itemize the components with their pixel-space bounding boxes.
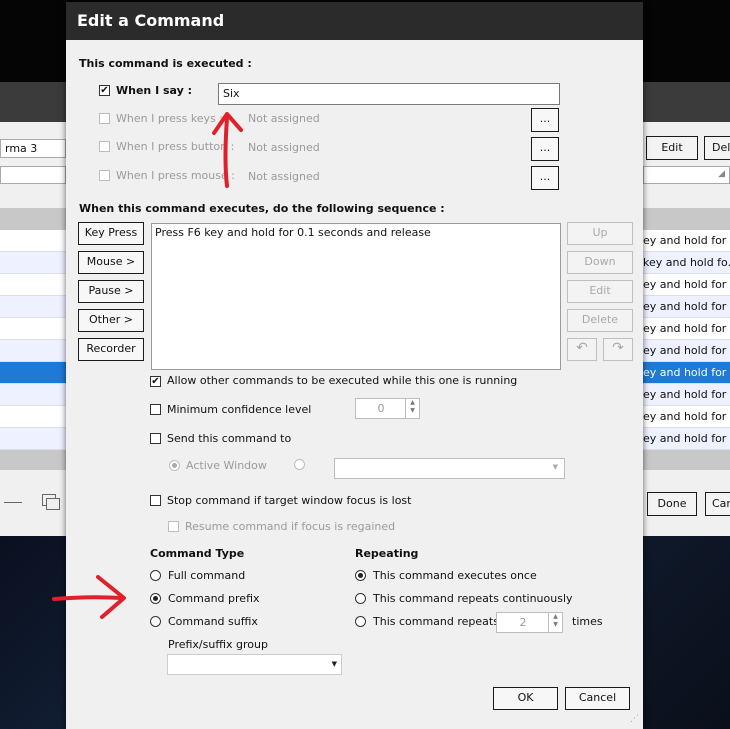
red-arrow-up-icon [223, 116, 229, 188]
red-arrow-right-icon [52, 595, 124, 601]
annotation-overlay [52, 112, 243, 619]
